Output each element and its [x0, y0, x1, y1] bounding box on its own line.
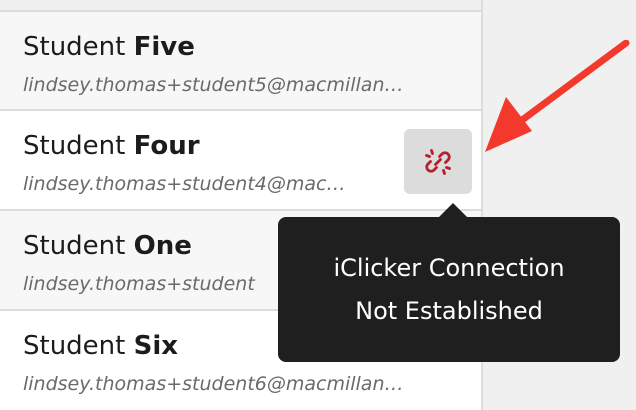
- iclicker-status-button[interactable]: [404, 129, 472, 194]
- student-last-name: Six: [133, 331, 179, 361]
- student-last-name: Five: [133, 32, 195, 62]
- student-first-name: Student: [23, 331, 126, 361]
- student-last-name: One: [133, 231, 192, 261]
- student-first-name: Student: [23, 32, 126, 62]
- student-last-name: Four: [133, 131, 200, 161]
- broken-link-icon: [425, 148, 451, 175]
- tooltip-line-1: iClicker Connection: [333, 253, 565, 282]
- student-row[interactable]: Student Five lindsey.thomas+student5@mac…: [0, 12, 481, 111]
- red-arrow-icon: [485, 40, 630, 152]
- student-first-name: Student: [23, 231, 126, 261]
- student-first-name: Student: [23, 131, 126, 161]
- student-email: lindsey.thomas+student4@mac…: [23, 173, 346, 195]
- student-name: Student Five: [23, 32, 195, 62]
- tooltip-line-2: Not Established: [355, 296, 543, 325]
- student-name: Student Four: [23, 131, 200, 161]
- tooltip-pointer: [438, 203, 468, 218]
- list-header-strip: [0, 0, 481, 12]
- student-email: lindsey.thomas+student: [23, 273, 255, 295]
- student-name: Student Six: [23, 331, 178, 361]
- student-email: lindsey.thomas+student5@macmillan…: [23, 74, 404, 96]
- status-tooltip: iClicker Connection Not Established: [278, 217, 620, 362]
- student-name: Student One: [23, 231, 192, 261]
- student-email: lindsey.thomas+student6@macmillan…: [23, 373, 404, 395]
